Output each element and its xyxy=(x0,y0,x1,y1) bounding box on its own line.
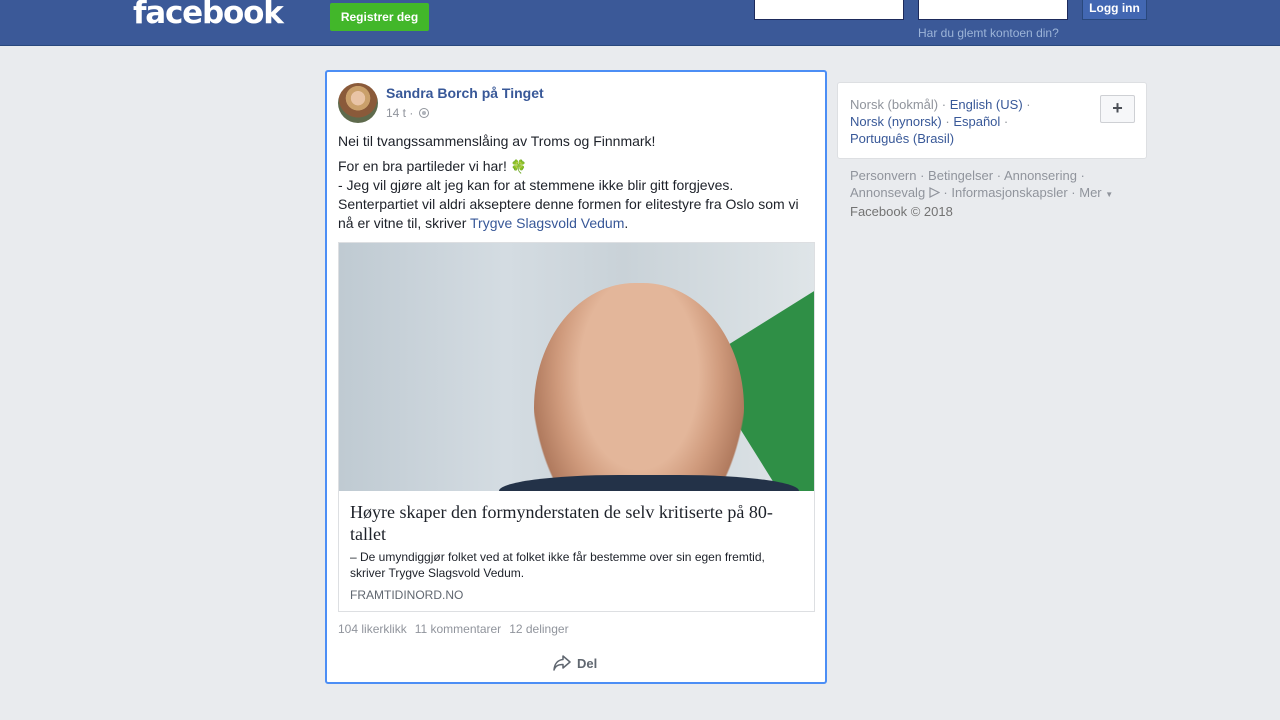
email-field[interactable] xyxy=(754,0,904,20)
footer-link-more[interactable]: Mer xyxy=(1079,185,1101,200)
footer-link-ad-choices[interactable]: Annonsevalg xyxy=(850,185,925,200)
link-preview-description: – De umyndiggjør folket ved at folket ik… xyxy=(350,550,765,580)
link-preview-image[interactable] xyxy=(339,243,814,491)
footer-links: Personvern · Betingelser · Annonsering ·… xyxy=(850,168,1114,219)
copyright: Facebook © 2018 xyxy=(850,204,953,219)
language-list: Norsk (bokmål) · English (US) · Norsk (n… xyxy=(850,97,1031,146)
top-bar: facebook Registrer deg Logg inn Har du g… xyxy=(0,0,1280,46)
post-meta: 14 t · xyxy=(386,106,430,120)
login-button[interactable]: Logg inn xyxy=(1082,0,1147,20)
globe-icon xyxy=(419,108,430,118)
shares-count[interactable]: 12 delinger xyxy=(509,622,568,636)
avatar[interactable] xyxy=(338,83,378,123)
share-button[interactable]: Del xyxy=(553,655,597,671)
caret-down-icon: ▼ xyxy=(1105,190,1114,199)
post-text-body: For en bra partileder vi har! 🍀 - Jeg vi… xyxy=(338,157,818,233)
footer-link-cookies[interactable]: Informasjonskapsler xyxy=(951,185,1067,200)
facebook-logo[interactable]: facebook xyxy=(133,0,284,32)
post-text-period: . xyxy=(624,215,629,231)
language-link-english[interactable]: English (US) xyxy=(950,97,1023,112)
forgot-account-link[interactable]: Har du glemt kontoen din? xyxy=(918,26,1059,40)
post-text-line: Nei til tvangssammenslåing av Troms og F… xyxy=(338,133,656,149)
likes-count[interactable]: 104 likerklikk xyxy=(338,622,407,636)
post-stats: 104 likerklikk 11 kommentarer 12 delinge… xyxy=(338,622,569,636)
clover-icon: 🍀 xyxy=(510,159,527,174)
footer-link-ads[interactable]: Annonsering xyxy=(1004,168,1077,183)
post-text-line: For en bra partileder vi har! xyxy=(338,158,507,174)
link-preview-card[interactable]: Høyre skaper den formynderstaten de selv… xyxy=(338,242,815,612)
post-author[interactable]: Sandra Borch på Tinget xyxy=(386,85,544,101)
footer-link-privacy[interactable]: Personvern xyxy=(850,168,916,183)
link-preview-title[interactable]: Høyre skaper den formynderstaten de selv… xyxy=(350,501,800,545)
link-preview-domain: FRAMTIDINORD.NO xyxy=(350,588,464,602)
register-button[interactable]: Registrer deg xyxy=(330,3,429,31)
share-label: Del xyxy=(577,655,598,671)
password-field[interactable] xyxy=(918,0,1068,20)
language-link-nynorsk[interactable]: Norsk (nynorsk) xyxy=(850,114,942,129)
current-language: Norsk (bokmål) xyxy=(850,97,939,112)
image-portrait xyxy=(534,283,744,491)
language-link-espanol[interactable]: Español xyxy=(953,114,1000,129)
share-icon xyxy=(553,655,571,671)
more-languages-button[interactable]: + xyxy=(1100,95,1135,123)
comments-count[interactable]: 11 kommentarer xyxy=(415,622,501,636)
language-link-portugues[interactable]: Português (Brasil) xyxy=(850,131,954,146)
post-time[interactable]: 14 t · xyxy=(386,106,413,120)
mention-link[interactable]: Trygve Slagsvold Vedum xyxy=(470,215,624,231)
language-box: Norsk (bokmål) · English (US) · Norsk (n… xyxy=(837,82,1147,159)
footer-link-terms[interactable]: Betingelser xyxy=(928,168,993,183)
ad-choices-icon xyxy=(929,187,941,198)
post-text-line: - Jeg vil gjøre alt jeg kan for at stemm… xyxy=(338,177,734,193)
post-card: Sandra Borch på Tinget 14 t · Nei til tv… xyxy=(325,70,827,684)
